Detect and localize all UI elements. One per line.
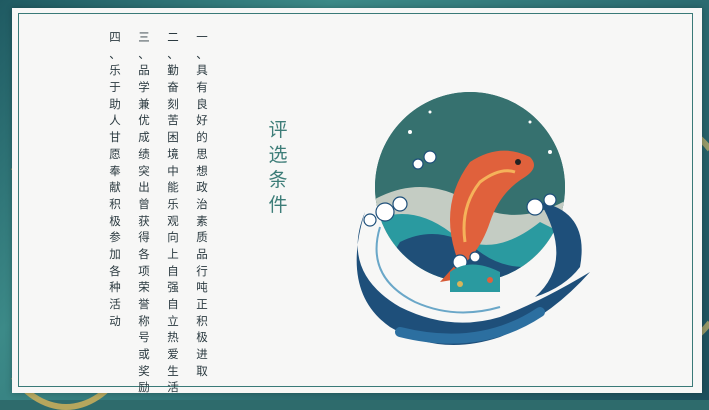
- criteria-char: 或: [138, 347, 150, 362]
- criteria-char: 政: [196, 180, 208, 195]
- criteria-char: 加: [109, 246, 121, 261]
- criteria-char: 得: [138, 230, 150, 245]
- criteria-char: 获: [138, 213, 150, 228]
- criteria-char: 荣: [138, 280, 150, 295]
- criteria-char: 良: [196, 96, 208, 111]
- criteria-char: 观: [167, 213, 179, 228]
- criteria-char: 行: [196, 263, 208, 278]
- criteria-char: 励: [138, 380, 150, 395]
- criteria-char: 乐: [109, 63, 121, 78]
- criteria-char: 治: [196, 196, 208, 211]
- criteria-char: 质: [196, 230, 208, 245]
- criteria-char: 素: [196, 213, 208, 228]
- criteria-char: 境: [167, 146, 179, 161]
- criteria-char: 立: [167, 313, 179, 328]
- criteria-char: 积: [109, 196, 121, 211]
- criteria-char: 好: [196, 113, 208, 128]
- criteria-char: 有: [196, 80, 208, 95]
- criteria-char: 动: [109, 313, 121, 328]
- criteria-char: 兼: [138, 96, 150, 111]
- criteria-char: 于: [109, 80, 121, 95]
- criteria-char: 勤: [167, 63, 179, 78]
- criteria-char: 成: [138, 130, 150, 145]
- criteria-char: 取: [196, 363, 208, 378]
- criteria-char: 爱: [167, 347, 179, 362]
- criteria-char: 学: [138, 80, 150, 95]
- criteria-char: 种: [109, 280, 121, 295]
- criteria-char: 苦: [167, 113, 179, 128]
- criteria-char: 奉: [109, 163, 121, 178]
- criteria-char: 、: [167, 46, 179, 61]
- criteria-char: 各: [109, 263, 121, 278]
- criteria-char: 乐: [167, 196, 179, 211]
- koi-wave-illustration: [356, 92, 590, 345]
- criteria-char: 强: [167, 280, 179, 295]
- criteria-char: 品: [138, 63, 150, 78]
- criteria-char: 自: [167, 263, 179, 278]
- criteria-char: 品: [196, 246, 208, 261]
- criteria-char: 上: [167, 246, 179, 261]
- title-char: 件: [268, 194, 288, 216]
- criteria-char: 具: [196, 63, 208, 78]
- criteria-column-2: 二、勤奋刻苦困境中能乐观向上自强自立热爱生活: [166, 29, 180, 396]
- criteria-char: 吨: [196, 280, 208, 295]
- criteria-char: 各: [138, 246, 150, 261]
- criteria-char: 积: [196, 313, 208, 328]
- criteria-char: 三: [138, 30, 150, 44]
- criteria-char: 甘: [109, 130, 121, 145]
- criteria-char: 思: [196, 146, 208, 161]
- title-char: 选: [268, 144, 288, 166]
- criteria-char: 二: [167, 30, 179, 44]
- criteria-char: 的: [196, 130, 208, 145]
- criteria-char: 生: [167, 363, 179, 378]
- criteria-char: 困: [167, 130, 179, 145]
- criteria-char: 参: [109, 230, 121, 245]
- section-title: 评选条件: [266, 118, 290, 218]
- criteria-char: 奋: [167, 80, 179, 95]
- criteria-char: 活: [167, 380, 179, 395]
- criteria-char: 愿: [109, 146, 121, 161]
- criteria-char: 四: [109, 30, 121, 44]
- criteria-char: 绩: [138, 146, 150, 161]
- criteria-char: 进: [196, 347, 208, 362]
- title-char: 条: [268, 169, 288, 191]
- title-char: 评: [268, 119, 288, 141]
- criteria-char: 正: [196, 297, 208, 311]
- criteria-char: 突: [138, 163, 150, 178]
- criteria-char: 出: [138, 180, 150, 195]
- criteria-char: 人: [109, 113, 121, 128]
- criteria-char: 极: [196, 330, 208, 345]
- criteria-char: 献: [109, 180, 121, 195]
- criteria-char: 优: [138, 113, 150, 128]
- criteria-char: 想: [196, 163, 208, 178]
- criteria-char: 奖: [138, 363, 150, 378]
- criteria-char: 能: [167, 180, 179, 195]
- criteria-char: 刻: [167, 96, 179, 111]
- criteria-char: 曾: [138, 196, 150, 211]
- criteria-char: 自: [167, 297, 179, 311]
- criteria-char: 极: [109, 213, 121, 228]
- criteria-column-1: 一、具有良好的思想政治素质品行吨正积极进取: [195, 29, 209, 379]
- criteria-char: 向: [167, 230, 179, 245]
- criteria-char: 中: [167, 163, 179, 178]
- criteria-char: 号: [138, 330, 150, 345]
- criteria-char: 、: [138, 46, 150, 61]
- criteria-char: 项: [138, 263, 150, 278]
- criteria-column-4: 四、乐于助人甘愿奉献积极参加各种活动: [108, 29, 122, 329]
- criteria-char: 助: [109, 96, 121, 111]
- criteria-char: 、: [196, 46, 208, 61]
- criteria-char: 活: [109, 297, 121, 311]
- criteria-char: 一: [196, 30, 208, 44]
- criteria-char: 、: [109, 46, 121, 61]
- criteria-char: 称: [138, 313, 150, 328]
- criteria-column-3: 三、品学兼优成绩突出曾获得各项荣誉称号或奖励: [137, 29, 151, 396]
- criteria-char: 誉: [138, 297, 150, 311]
- criteria-char: 热: [167, 330, 179, 345]
